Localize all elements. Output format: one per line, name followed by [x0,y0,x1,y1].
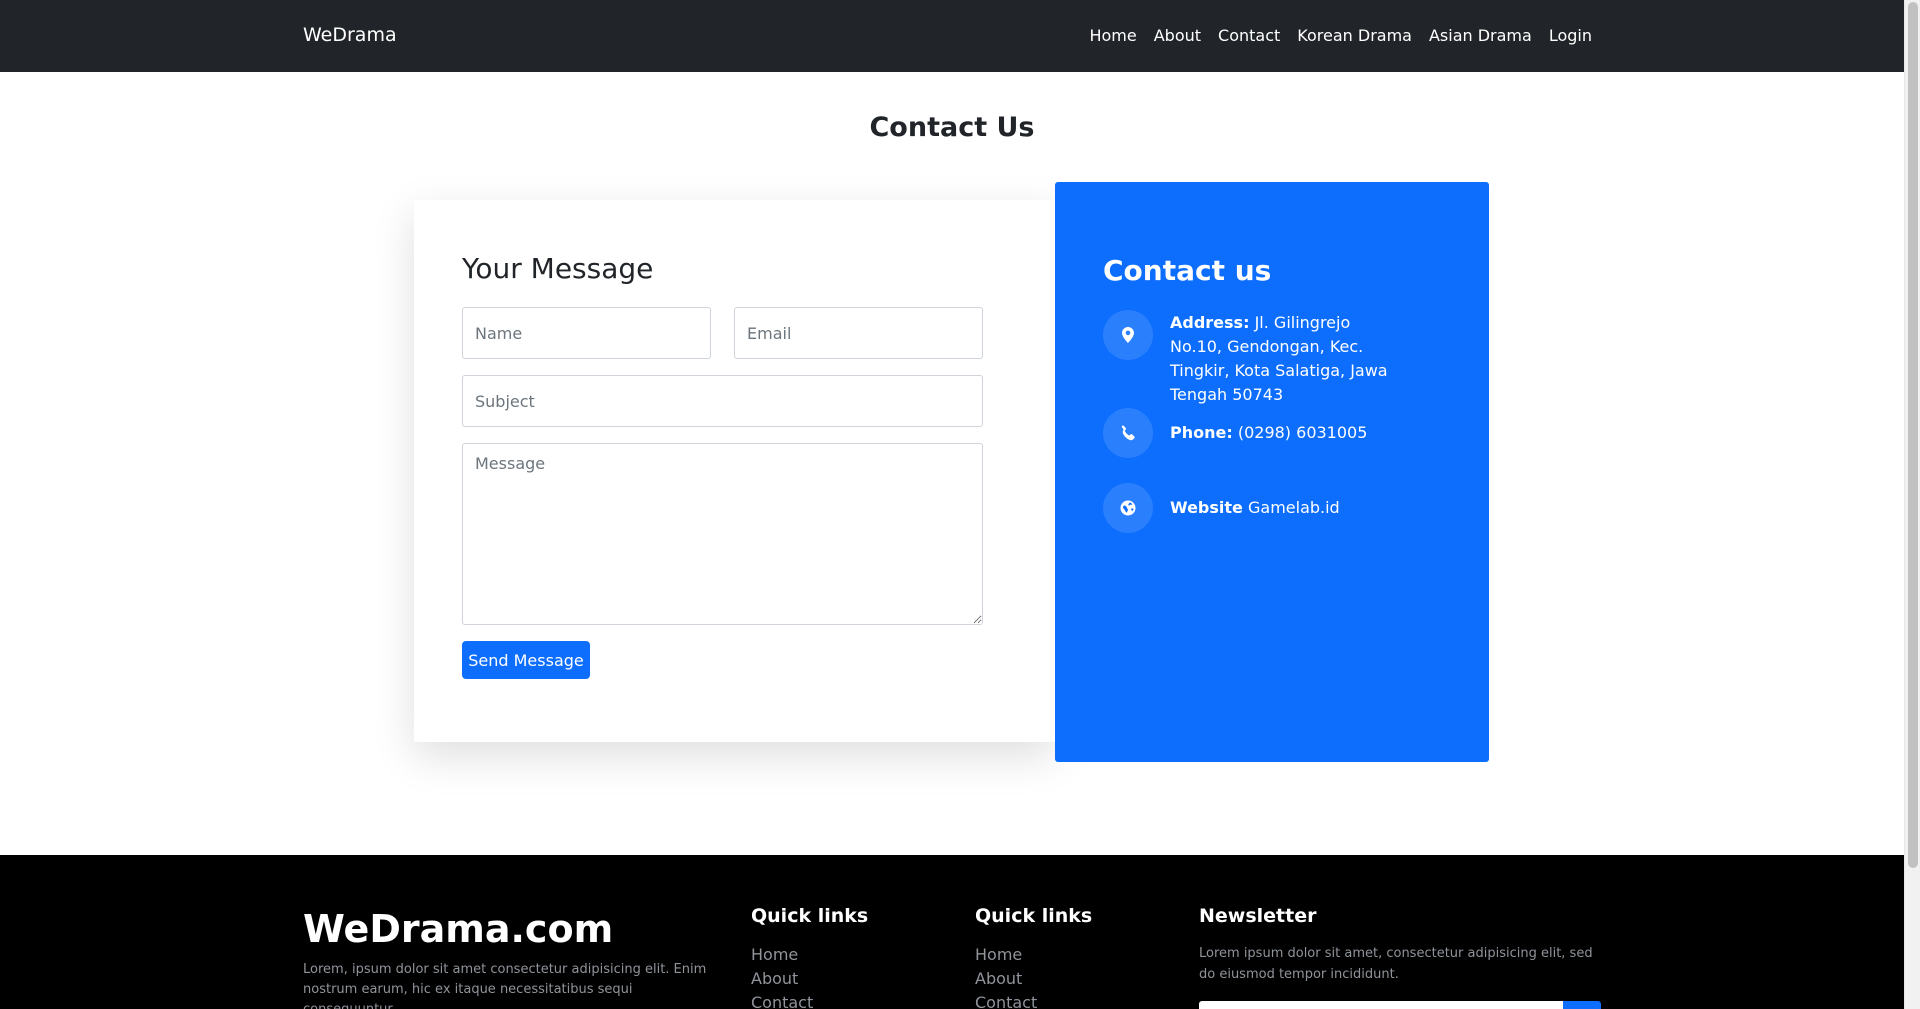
website-text: Website Gamelab.id [1170,496,1340,533]
website-label: Website [1170,498,1243,517]
name-input[interactable] [462,307,711,359]
email-input[interactable] [734,307,983,359]
phone-icon [1103,408,1153,458]
address-label: Address: [1170,313,1250,332]
footer: WeDrama.com Lorem, ipsum dolor sit amet … [0,855,1904,1009]
footer-link-home[interactable]: Home [751,943,813,967]
globe-icon [1103,483,1153,533]
phone-row: Phone: (0298) 6031005 [1103,408,1443,458]
footer-link-contact[interactable]: Contact [975,991,1037,1009]
footer-description: Lorem, ipsum dolor sit amet consectetur … [303,962,707,1009]
footer-quick-links-1: Home About Contact [751,943,813,1009]
phone-label: Phone: [1170,423,1233,442]
footer-link-contact[interactable]: Contact [751,991,813,1009]
footer-newsletter-title: Newsletter [1199,905,1317,927]
nav-link-contact[interactable]: Contact [1218,26,1280,45]
newsletter-email-input[interactable] [1199,1001,1563,1009]
address-text: Address: Jl. Gilingrejo No.10, Gendongan… [1170,311,1400,407]
footer-brand: WeDrama.com [303,907,614,951]
contact-heading: Contact us [1103,254,1272,287]
footer-quick-links-title-2: Quick links [975,905,1093,927]
map-pin-icon [1103,310,1153,360]
send-message-button[interactable]: Send Message [462,641,590,679]
footer-link-home[interactable]: Home [975,943,1037,967]
nav-links: Home About Contact Korean Drama Asian Dr… [1089,26,1592,45]
message-textarea[interactable] [462,443,983,625]
nav-link-login[interactable]: Login [1549,26,1592,45]
navbar: WeDrama Home About Contact Korean Drama … [0,0,1904,72]
newsletter-subscribe-button[interactable] [1563,1001,1601,1009]
navbar-brand[interactable]: WeDrama [303,24,397,46]
page-title: Contact Us [869,112,1035,143]
newsletter-text: Lorem ipsum dolor sit amet, consectetur … [1199,946,1593,982]
scrollbar-thumb[interactable] [1908,2,1918,868]
footer-link-about[interactable]: About [751,967,813,991]
page-scrollbar[interactable] [1904,0,1920,1009]
nav-link-asian-drama[interactable]: Asian Drama [1429,26,1532,45]
website-row: Website Gamelab.id [1103,483,1443,533]
footer-quick-links-title-1: Quick links [751,905,869,927]
form-heading: Your Message [462,252,654,285]
phone-text: Phone: (0298) 6031005 [1170,421,1367,458]
nav-link-home[interactable]: Home [1089,26,1136,45]
message-form-card: Your Message Send Message [414,200,1055,742]
nav-link-korean-drama[interactable]: Korean Drama [1297,26,1412,45]
footer-quick-links-2: Home About Contact [975,943,1037,1009]
subject-input[interactable] [462,375,983,427]
address-row: Address: Jl. Gilingrejo No.10, Gendongan… [1103,310,1443,407]
website-value[interactable]: Gamelab.id [1248,498,1340,517]
footer-link-about[interactable]: About [975,967,1037,991]
nav-link-about[interactable]: About [1154,26,1201,45]
contact-info-panel: Contact us Address: Jl. Gilingrejo No.10… [1055,182,1489,762]
phone-value: (0298) 6031005 [1237,423,1368,442]
